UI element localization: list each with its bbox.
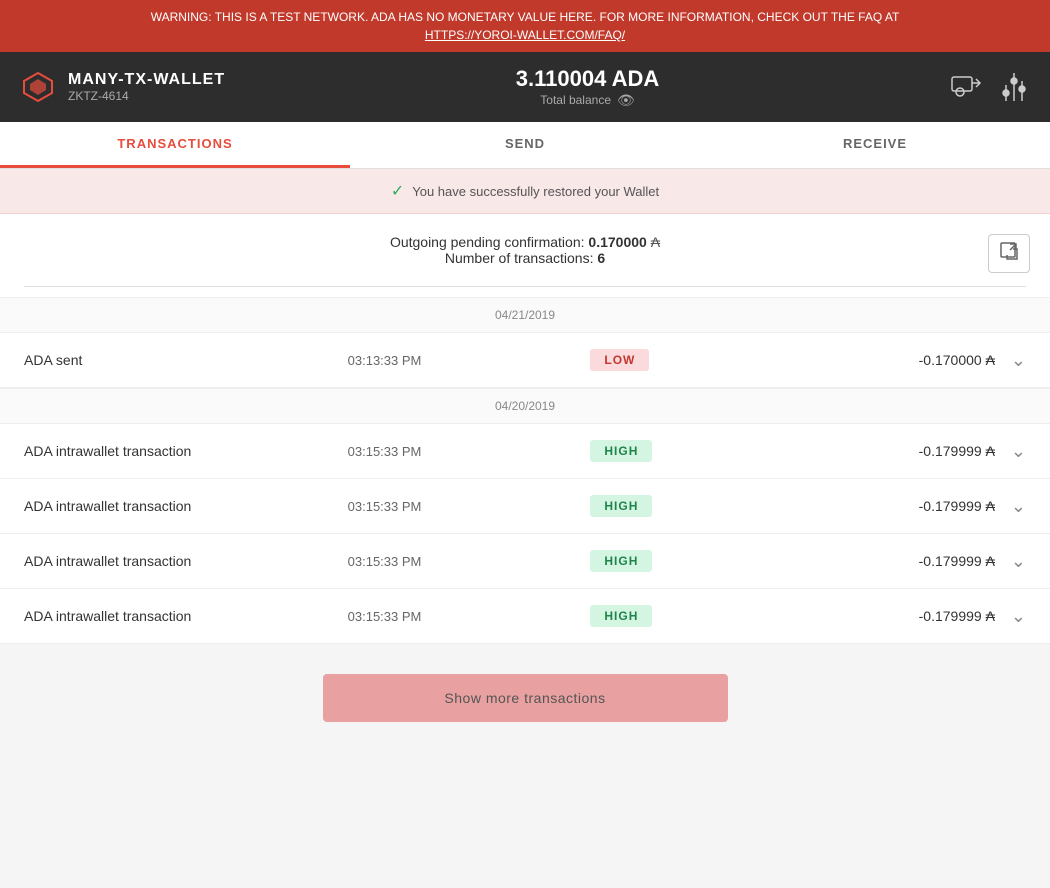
tx-fee: HIGH xyxy=(590,440,752,462)
pending-info: Outgoing pending confirmation: 0.170000 … xyxy=(24,234,1026,250)
header: MANY-TX-WALLET ZKTZ-4614 3.110004 ADA To… xyxy=(0,52,1050,122)
show-balance-icon[interactable]: 👁 xyxy=(617,92,635,109)
tx-type: ADA intrawallet transaction xyxy=(24,443,348,459)
tx-amount: -0.179999 ₳ xyxy=(752,498,995,514)
tx-count: 6 xyxy=(597,250,605,266)
tx-type: ADA intrawallet transaction xyxy=(24,498,348,514)
expand-tx-button[interactable]: ⌄ xyxy=(1011,606,1026,627)
tx-type: ADA sent xyxy=(24,352,348,368)
send-receive-button[interactable] xyxy=(950,71,982,103)
success-banner: ✓ You have successfully restored your Wa… xyxy=(0,169,1050,214)
section-divider xyxy=(24,286,1026,287)
tx-amount: -0.179999 ₳ xyxy=(752,608,995,624)
wallet-info: MANY-TX-WALLET ZKTZ-4614 xyxy=(20,69,225,105)
export-icon xyxy=(999,241,1019,261)
warning-banner: WARNING: THIS IS A TEST NETWORK. ADA HAS… xyxy=(0,0,1050,52)
ada-symbol: ₳ xyxy=(986,553,995,569)
nav-tabs: TRANSACTIONS SEND RECEIVE xyxy=(0,122,1050,169)
tab-transactions[interactable]: TRANSACTIONS xyxy=(0,122,350,168)
success-icon: ✓ xyxy=(391,181,404,201)
wallet-id: ZKTZ-4614 xyxy=(68,89,225,103)
expand-tx-button[interactable]: ⌄ xyxy=(1011,551,1026,572)
wallet-details: MANY-TX-WALLET ZKTZ-4614 xyxy=(68,71,225,103)
warning-link[interactable]: HTTPS://YOROI-WALLET.COM/FAQ/ xyxy=(425,28,625,42)
fee-badge-low: LOW xyxy=(590,349,649,371)
balance-amount: 3.110004 ADA xyxy=(516,66,660,92)
balance-label: Total balance 👁 xyxy=(516,92,660,109)
show-more-transactions-button[interactable]: Show more transactions xyxy=(323,674,728,722)
tx-fee: HIGH xyxy=(590,495,752,517)
tx-type: ADA intrawallet transaction xyxy=(24,608,348,624)
settings-button[interactable] xyxy=(998,71,1030,103)
export-button[interactable] xyxy=(988,234,1030,273)
fee-badge-high: HIGH xyxy=(590,440,652,462)
expand-tx-button[interactable]: ⌄ xyxy=(1011,496,1026,517)
tx-time: 03:15:33 PM xyxy=(348,444,591,459)
date-separator-2: 04/20/2019 xyxy=(0,388,1050,424)
table-row: ADA sent 03:13:33 PM LOW -0.170000 ₳ ⌄ xyxy=(0,333,1050,388)
tx-count-label: Number of transactions: xyxy=(445,250,594,266)
table-row: ADA intrawallet transaction 03:15:33 PM … xyxy=(0,424,1050,479)
tx-type: ADA intrawallet transaction xyxy=(24,553,348,569)
ada-symbol: ₳ xyxy=(986,498,995,514)
wallet-name: MANY-TX-WALLET xyxy=(68,71,225,89)
date-separator-1: 04/21/2019 xyxy=(0,297,1050,333)
tx-fee: HIGH xyxy=(590,605,752,627)
success-text: You have successfully restored your Wall… xyxy=(412,184,659,199)
fee-badge-high: HIGH xyxy=(590,605,652,627)
pending-ada-symbol: ₳ xyxy=(651,234,660,250)
table-row: ADA intrawallet transaction 03:15:33 PM … xyxy=(0,479,1050,534)
tx-amount: -0.179999 ₳ xyxy=(752,443,995,459)
ada-symbol: ₳ xyxy=(986,608,995,624)
pending-label: Outgoing pending confirmation: xyxy=(390,234,585,250)
fee-badge-high: HIGH xyxy=(590,495,652,517)
tx-time: 03:13:33 PM xyxy=(348,353,591,368)
tx-time: 03:15:33 PM xyxy=(348,554,591,569)
send-receive-icon xyxy=(950,71,982,103)
pending-section: Outgoing pending confirmation: 0.170000 … xyxy=(0,214,1050,276)
tx-time: 03:15:33 PM xyxy=(348,609,591,624)
expand-tx-button[interactable]: ⌄ xyxy=(1011,441,1026,462)
yoroi-logo-icon xyxy=(20,69,56,105)
main-content: Outgoing pending confirmation: 0.170000 … xyxy=(0,214,1050,644)
fee-badge-high: HIGH xyxy=(590,550,652,572)
tx-time: 03:15:33 PM xyxy=(348,499,591,514)
warning-text: WARNING: THIS IS A TEST NETWORK. ADA HAS… xyxy=(151,10,900,24)
tx-amount: -0.179999 ₳ xyxy=(752,553,995,569)
tx-fee: HIGH xyxy=(590,550,752,572)
ada-symbol: ₳ xyxy=(986,443,995,459)
settings-icon xyxy=(998,71,1030,103)
table-row: ADA intrawallet transaction 03:15:33 PM … xyxy=(0,534,1050,589)
tab-send[interactable]: SEND xyxy=(350,122,700,168)
tab-receive[interactable]: RECEIVE xyxy=(700,122,1050,168)
show-more-section: Show more transactions xyxy=(0,644,1050,752)
pending-amount: 0.170000 xyxy=(588,234,646,250)
table-row: ADA intrawallet transaction 03:15:33 PM … xyxy=(0,589,1050,644)
ada-symbol: ₳ xyxy=(986,352,995,368)
expand-tx-button[interactable]: ⌄ xyxy=(1011,350,1026,371)
tx-amount: -0.170000 ₳ xyxy=(752,352,995,368)
header-actions xyxy=(950,71,1030,103)
tx-fee: LOW xyxy=(590,349,752,371)
balance-section: 3.110004 ADA Total balance 👁 xyxy=(516,66,660,109)
tx-count-info: Number of transactions: 6 xyxy=(24,250,1026,266)
